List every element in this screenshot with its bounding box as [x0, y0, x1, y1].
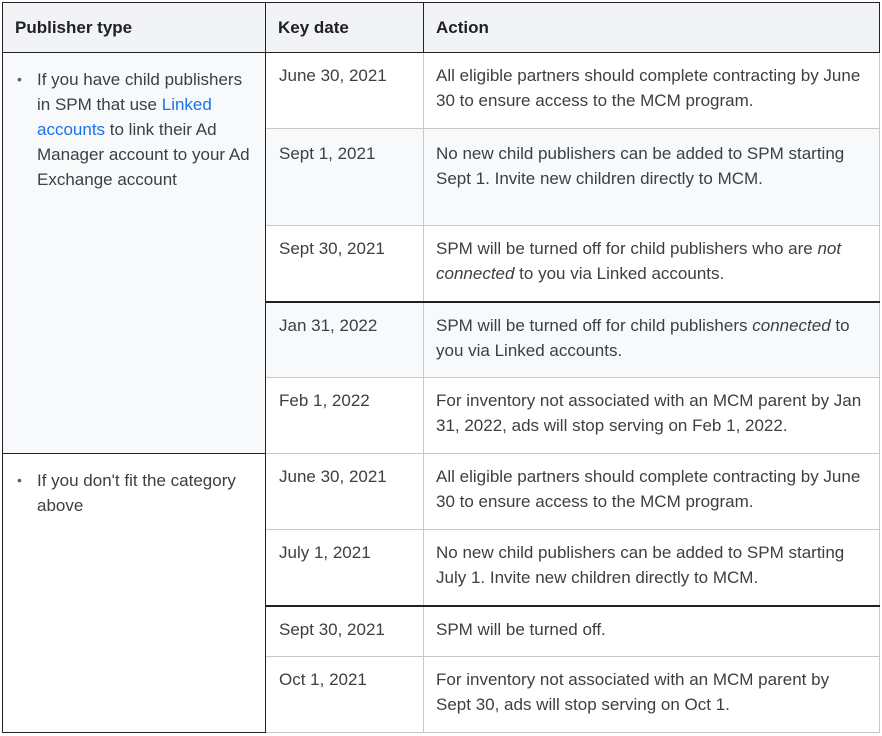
action-cell: All eligible partners should complete co…	[423, 52, 880, 129]
key-date-cell: Feb 1, 2022	[265, 377, 424, 454]
header-row: Publisher type Key date Action	[2, 2, 880, 53]
publisher-type-linked-accounts: • If you have child publishers in SPM th…	[2, 52, 266, 454]
table-row: • If you don't fit the category above Ju…	[2, 453, 880, 733]
publisher-type-text: If you have child publishers in SPM that…	[37, 70, 250, 189]
spm-timeline-table: Publisher type Key date Action • If you …	[2, 2, 880, 733]
header-action: Action	[423, 2, 880, 53]
bullet-marker: •	[17, 71, 22, 87]
publisher-type-text: If you don't fit the category above	[37, 471, 236, 515]
action-cell: SPM will be turned off for child publish…	[423, 300, 880, 378]
key-date-cell: July 1, 2021	[265, 529, 424, 606]
key-date-cell: Jan 31, 2022	[265, 300, 424, 378]
header-key-date: Key date	[265, 2, 424, 53]
action-cell: For inventory not associated with an MCM…	[423, 656, 880, 733]
key-date-cell: June 30, 2021	[265, 52, 424, 129]
key-date-cell: Sept 1, 2021	[265, 128, 424, 226]
bullet-marker: •	[17, 472, 22, 488]
table-row: • If you have child publishers in SPM th…	[2, 52, 880, 454]
action-cell: For inventory not associated with an MCM…	[423, 377, 880, 454]
key-date-cell: Sept 30, 2021	[265, 604, 424, 657]
key-date-cell: Sept 30, 2021	[265, 225, 424, 302]
action-cell: No new child publishers can be added to …	[423, 128, 880, 226]
header-publisher-type: Publisher type	[2, 2, 266, 53]
key-date-cell: June 30, 2021	[265, 453, 424, 530]
action-cell: SPM will be turned off.	[423, 604, 880, 657]
action-cell: All eligible partners should complete co…	[423, 453, 880, 530]
action-cell: No new child publishers can be added to …	[423, 529, 880, 606]
key-date-cell: Oct 1, 2021	[265, 656, 424, 733]
publisher-type-other: • If you don't fit the category above	[2, 453, 266, 733]
action-cell: SPM will be turned off for child publish…	[423, 225, 880, 302]
